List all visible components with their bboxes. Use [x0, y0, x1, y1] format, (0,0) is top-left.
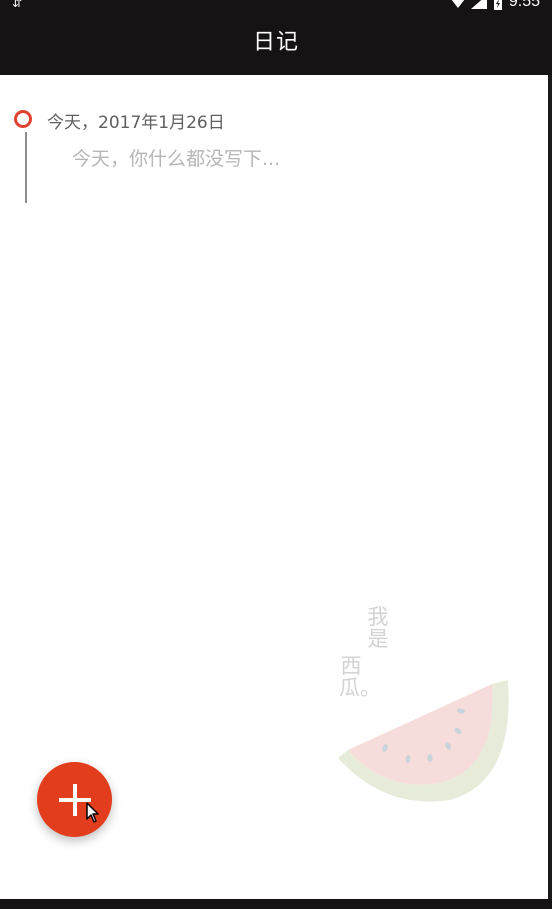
usb-icon: ⇵: [12, 0, 23, 10]
status-icons: 9:55: [451, 0, 540, 10]
watermark-text-line1: 我是: [367, 605, 389, 651]
watermelon-icon: [338, 680, 509, 802]
battery-icon: [493, 0, 502, 10]
add-entry-button[interactable]: [37, 762, 112, 837]
timeline-line: [25, 132, 27, 203]
mouse-cursor-icon: [86, 802, 99, 823]
status-bar: ⇵ 9:55: [0, 0, 552, 14]
signal-icon: [470, 0, 487, 9]
entry-body[interactable]: 今天，你什么都没写下...: [72, 145, 280, 173]
navigation-bar: [0, 899, 552, 909]
app-bar: 日记: [0, 14, 552, 75]
status-time: 9:55: [508, 0, 540, 10]
entry-date[interactable]: 今天，2017年1月26日: [47, 111, 225, 135]
app-screen: ⇵ 9:55 日记 今天，2017年1月26日 今天，你什么都没写下... 我是…: [0, 0, 552, 909]
timeline-dot: [14, 110, 32, 128]
wifi-icon: [451, 0, 465, 8]
right-edge: [548, 75, 552, 899]
page-title: 日记: [252, 30, 299, 55]
